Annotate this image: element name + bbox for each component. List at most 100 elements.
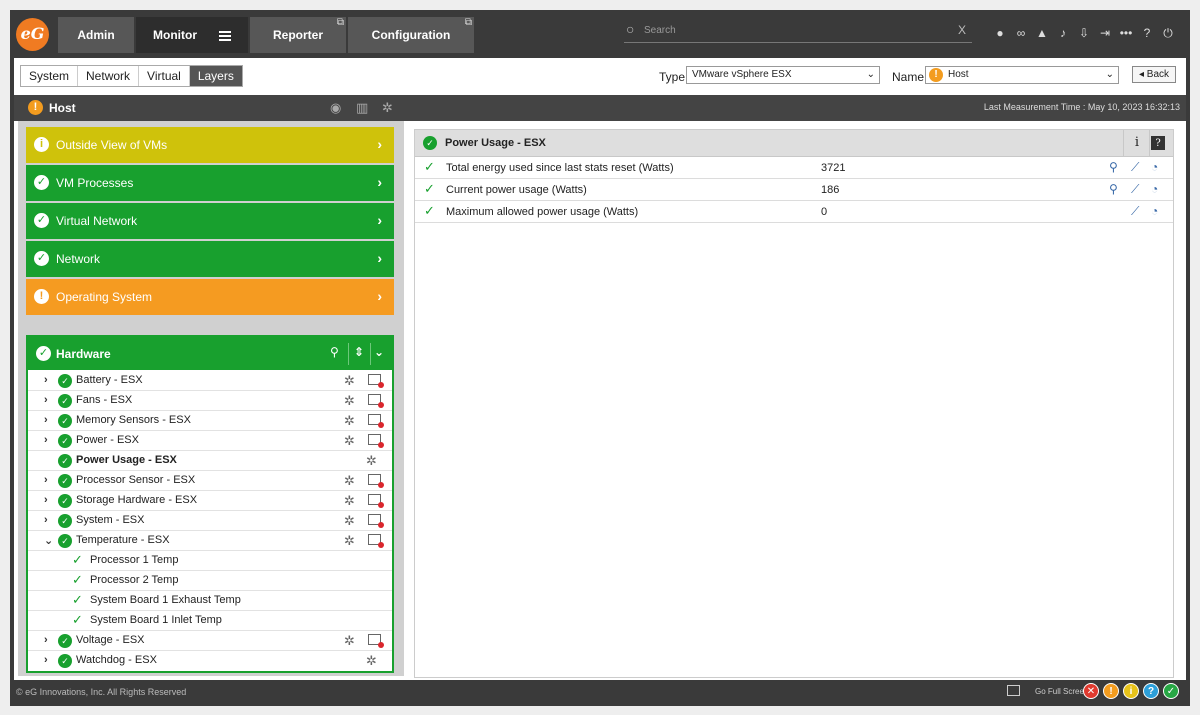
monitor-alert-icon[interactable]: [368, 374, 384, 388]
monitor-alert-icon[interactable]: [368, 394, 384, 408]
gear-icon[interactable]: ✲: [344, 413, 355, 429]
info-icon[interactable]: i: [1126, 133, 1148, 155]
monitor-alert-icon[interactable]: [368, 474, 384, 488]
download-icon[interactable]: ⇩: [1076, 26, 1092, 40]
layer-operating-system[interactable]: ! Operating System ›: [26, 279, 394, 315]
search-icon[interactable]: ⚲: [1109, 182, 1118, 196]
help-icon[interactable]: ?: [1139, 26, 1155, 40]
test-row-system[interactable]: › ✓ System - ESX ✲: [28, 511, 392, 531]
clear-search-icon[interactable]: X: [958, 23, 966, 37]
chevron-right-icon[interactable]: ›: [44, 474, 48, 486]
search-input[interactable]: Search: [644, 25, 676, 36]
history-icon[interactable]: ◔: [1151, 182, 1158, 196]
test-row-processor-sensor[interactable]: › ✓ Processor Sensor - ESX ✲: [28, 471, 392, 491]
line-chart-icon[interactable]: ⟋: [1131, 204, 1139, 219]
chevron-right-icon[interactable]: ›: [44, 394, 48, 406]
test-row-storage-hardware[interactable]: › ✓ Storage Hardware - ESX ✲: [28, 491, 392, 511]
test-row-temperature[interactable]: ⌄ ✓ Temperature - ESX ✲: [28, 531, 392, 551]
gear-icon[interactable]: ✲: [344, 393, 355, 409]
monitor-alert-icon[interactable]: [368, 414, 384, 428]
chevron-down-icon[interactable]: ⌄: [374, 345, 384, 359]
test-row-fans[interactable]: › ✓ Fans - ESX ✲: [28, 391, 392, 411]
user-icon[interactable]: ●: [992, 26, 1008, 40]
nav-tab-configuration[interactable]: Configuration ⧉: [348, 17, 474, 53]
descriptor-row[interactable]: ✓ Processor 1 Temp: [28, 551, 392, 571]
gear-icon[interactable]: ✲: [344, 513, 355, 529]
gear-icon[interactable]: ✲: [366, 653, 377, 669]
nav-tab-monitor[interactable]: Monitor: [136, 17, 248, 53]
monitor-alert-icon[interactable]: [368, 434, 384, 448]
hardware-header[interactable]: ✓ Hardware ⚲ ⇕ ⌄: [28, 337, 392, 370]
bar-chart-icon[interactable]: ▥: [356, 100, 368, 116]
name-select[interactable]: ! Host ⌄: [925, 66, 1119, 84]
line-chart-icon[interactable]: ⟋: [1131, 160, 1139, 175]
history-icon[interactable]: ◔: [1151, 204, 1158, 218]
gear-icon[interactable]: ✲: [344, 373, 355, 389]
fullscreen-icon[interactable]: [1007, 685, 1020, 696]
link-icon[interactable]: ∞: [1013, 26, 1029, 40]
gear-icon[interactable]: ✲: [344, 533, 355, 549]
layer-network[interactable]: ✓ Network ›: [26, 241, 394, 277]
search-icon[interactable]: ⚲: [1109, 160, 1118, 174]
chevron-right-icon[interactable]: ›: [44, 434, 48, 446]
critical-status-icon[interactable]: ✕: [1083, 683, 1099, 699]
last-measurement-time: Last Measurement Time : May 10, 2023 16:…: [983, 102, 1180, 112]
gear-icon[interactable]: ✲: [344, 493, 355, 509]
gear-icon[interactable]: ✲: [382, 100, 393, 116]
nav-tab-admin[interactable]: Admin: [58, 17, 134, 53]
gear-icon[interactable]: ✲: [366, 453, 377, 469]
descriptor-row[interactable]: ✓ System Board 1 Exhaust Temp: [28, 591, 392, 611]
tab-layers[interactable]: Layers: [189, 66, 242, 86]
signout-icon[interactable]: ⇥: [1097, 26, 1113, 40]
monitor-alert-icon[interactable]: [368, 534, 384, 548]
monitor-alert-icon[interactable]: [368, 634, 384, 648]
line-chart-icon[interactable]: ⟋: [1131, 182, 1139, 197]
gear-icon[interactable]: ✲: [344, 633, 355, 649]
test-row-memory-sensors[interactable]: › ✓ Memory Sensors - ESX ✲: [28, 411, 392, 431]
sort-icon[interactable]: ⇕: [354, 345, 364, 359]
major-status-icon[interactable]: !: [1103, 683, 1119, 699]
layer-vm-processes[interactable]: ✓ VM Processes ›: [26, 165, 394, 201]
layer-virtual-network[interactable]: ✓ Virtual Network ›: [26, 203, 394, 239]
chevron-right-icon[interactable]: ›: [44, 414, 48, 426]
tab-virtual[interactable]: Virtual: [139, 66, 190, 86]
chevron-right-icon[interactable]: ›: [44, 374, 48, 386]
minor-status-icon[interactable]: i: [1123, 683, 1139, 699]
power-icon[interactable]: ⏻: [1160, 26, 1176, 41]
test-row-power[interactable]: › ✓ Power - ESX ✲: [28, 431, 392, 451]
nav-tab-reporter[interactable]: Reporter ⧉: [250, 17, 346, 53]
go-full-screen-link[interactable]: Go Full Screen: [1035, 687, 1088, 696]
type-select[interactable]: VMware vSphere ESX ⌄: [686, 66, 880, 84]
gear-icon[interactable]: ✲: [344, 433, 355, 449]
chevron-down-icon[interactable]: ⌄: [44, 534, 53, 547]
monitor-alert-icon[interactable]: [368, 514, 384, 528]
monitor-alert-icon[interactable]: [368, 494, 384, 508]
bell-icon[interactable]: ♪: [1055, 26, 1071, 40]
back-button[interactable]: ◂ Back: [1132, 66, 1176, 83]
eg-logo[interactable]: eG: [16, 18, 49, 51]
chevron-right-icon[interactable]: ›: [44, 654, 48, 666]
help-icon[interactable]: ?: [1151, 136, 1165, 150]
test-row-watchdog[interactable]: › ✓ Watchdog - ESX ✲: [28, 651, 392, 671]
search-icon[interactable]: ⚲: [330, 345, 339, 359]
normal-status-icon[interactable]: ✓: [1163, 683, 1179, 699]
tab-network[interactable]: Network: [78, 66, 140, 86]
history-icon[interactable]: ◔: [1151, 160, 1158, 174]
chevron-right-icon[interactable]: ›: [44, 514, 48, 526]
tab-system[interactable]: System: [21, 66, 79, 86]
dashboard-icon[interactable]: ▲: [1034, 26, 1050, 40]
layer-outside-view-of-vms[interactable]: i Outside View of VMs ›: [26, 127, 394, 163]
descriptor-row[interactable]: ✓ System Board 1 Inlet Temp: [28, 611, 392, 631]
more-icon[interactable]: •••: [1118, 26, 1134, 40]
test-row-power-usage[interactable]: ✓ Power Usage - ESX ✲: [28, 451, 392, 471]
test-row-battery[interactable]: › ✓ Battery - ESX ✲: [28, 371, 392, 391]
chevron-right-icon[interactable]: ›: [44, 494, 48, 506]
search-box[interactable]: ○ Search X: [624, 21, 972, 43]
snapshot-icon[interactable]: ◉: [330, 100, 341, 116]
gear-icon[interactable]: ✲: [344, 473, 355, 489]
test-row-voltage[interactable]: › ✓ Voltage - ESX ✲: [28, 631, 392, 651]
menu-icon[interactable]: [219, 29, 231, 43]
unknown-status-icon[interactable]: ?: [1143, 683, 1159, 699]
chevron-right-icon[interactable]: ›: [44, 634, 48, 646]
descriptor-row[interactable]: ✓ Processor 2 Temp: [28, 571, 392, 591]
